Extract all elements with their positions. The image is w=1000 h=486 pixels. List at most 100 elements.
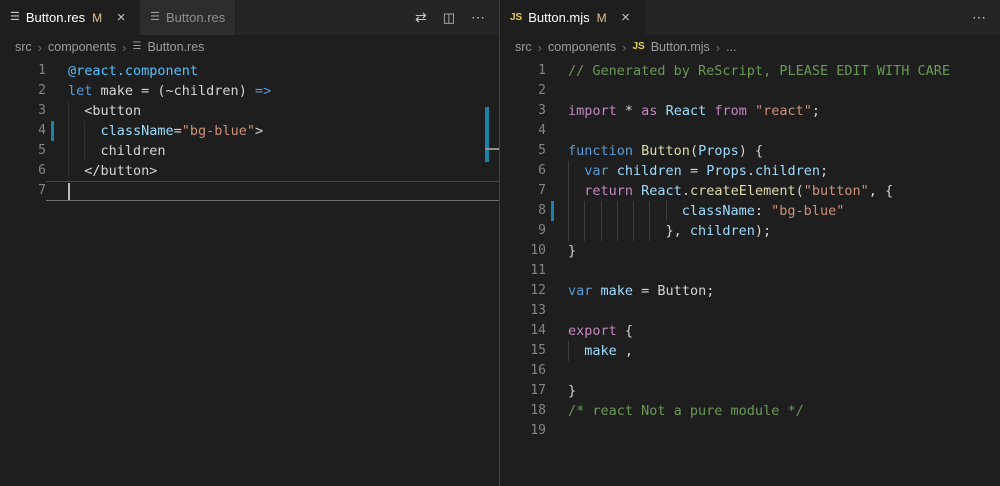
- line-number[interactable]: 10: [500, 241, 546, 261]
- line-number[interactable]: 5: [0, 141, 46, 161]
- chevron-right-icon: ›: [38, 40, 42, 55]
- indent-guide: [568, 221, 584, 241]
- code-line[interactable]: 19: [500, 421, 1000, 441]
- code-line[interactable]: 15make ,: [500, 341, 1000, 361]
- line-number[interactable]: 7: [0, 181, 46, 201]
- indent-guide: [666, 201, 682, 221]
- line-number[interactable]: 1: [500, 61, 546, 81]
- line-number[interactable]: 9: [500, 221, 546, 241]
- code-line[interactable]: 1@react.component: [0, 61, 499, 81]
- code-line[interactable]: 13: [500, 301, 1000, 321]
- more-actions-icon[interactable]: ⋯: [471, 9, 485, 26]
- indent-guide: [601, 221, 617, 241]
- close-icon[interactable]: ×: [618, 10, 634, 26]
- code-line-body: export {: [546, 321, 1000, 341]
- line-number[interactable]: 17: [500, 381, 546, 401]
- line-number[interactable]: 3: [0, 101, 46, 121]
- gutter-spacer: [550, 161, 560, 181]
- code-line[interactable]: 7return React.createElement("button", {: [500, 181, 1000, 201]
- code-line[interactable]: 2let make = (~children) =>: [0, 81, 499, 101]
- line-number[interactable]: 14: [500, 321, 546, 341]
- line-number[interactable]: 15: [500, 341, 546, 361]
- code-token: .: [682, 183, 690, 199]
- code-text: [560, 81, 568, 101]
- code-line[interactable]: 10}: [500, 241, 1000, 261]
- breadcrumb-item-components[interactable]: components: [548, 40, 616, 54]
- code-line[interactable]: 3 <button: [0, 101, 499, 121]
- breadcrumb-item-file[interactable]: Button.mjs: [651, 40, 710, 54]
- code-line[interactable]: 3import * as React from "react";: [500, 101, 1000, 121]
- gutter-spacer: [550, 301, 560, 321]
- code-line[interactable]: 5 children: [0, 141, 499, 161]
- code-token: React: [666, 103, 707, 119]
- code-editor-left[interactable]: 1@react.component2let make = (~children)…: [0, 59, 499, 486]
- code-line[interactable]: 8className: "bg-blue": [500, 201, 1000, 221]
- split-editor-icon[interactable]: ◫: [443, 10, 455, 26]
- code-token: children: [690, 223, 755, 239]
- code-token: ;: [812, 103, 820, 119]
- line-number[interactable]: 12: [500, 281, 546, 301]
- line-number[interactable]: 4: [0, 121, 46, 141]
- code-line[interactable]: 14export {: [500, 321, 1000, 341]
- line-number[interactable]: 13: [500, 301, 546, 321]
- code-line[interactable]: 4: [500, 121, 1000, 141]
- code-line[interactable]: 11: [500, 261, 1000, 281]
- line-number[interactable]: 2: [500, 81, 546, 101]
- line-number[interactable]: 19: [500, 421, 546, 441]
- breadcrumb-item-components[interactable]: components: [48, 40, 116, 54]
- code-line[interactable]: 7: [0, 181, 499, 201]
- code-line[interactable]: 1// Generated by ReScript, PLEASE EDIT W…: [500, 61, 1000, 81]
- gutter-spacer: [550, 121, 560, 141]
- code-line[interactable]: 18/* react Not a pure module */: [500, 401, 1000, 421]
- tab-button-res[interactable]: ☰ Button.res M ×: [0, 0, 140, 35]
- breadcrumb-item-src[interactable]: src: [515, 40, 532, 54]
- line-number[interactable]: 16: [500, 361, 546, 381]
- line-number[interactable]: 4: [500, 121, 546, 141]
- code-line-body: /* react Not a pure module */: [546, 401, 1000, 421]
- code-lines-right: 1// Generated by ReScript, PLEASE EDIT W…: [500, 61, 1000, 441]
- code-line[interactable]: 12var make = Button;: [500, 281, 1000, 301]
- code-line-body: }, children);: [546, 221, 1000, 241]
- line-number[interactable]: 6: [0, 161, 46, 181]
- more-actions-icon[interactable]: ⋯: [972, 9, 986, 26]
- breadcrumb-item-file[interactable]: Button.res: [147, 40, 204, 54]
- gutter-spacer: [50, 61, 60, 81]
- code-line[interactable]: 5function Button(Props) {: [500, 141, 1000, 161]
- tab-button-res-secondary[interactable]: ☰ Button.res: [140, 0, 236, 35]
- line-number[interactable]: 8: [500, 201, 546, 221]
- code-line-body: className="bg-blue">: [46, 121, 499, 141]
- code-line[interactable]: 6</button>: [0, 161, 499, 181]
- line-number[interactable]: 7: [500, 181, 546, 201]
- line-number[interactable]: 1: [0, 61, 46, 81]
- line-number[interactable]: 2: [0, 81, 46, 101]
- line-number[interactable]: 11: [500, 261, 546, 281]
- code-line[interactable]: 4className="bg-blue">: [0, 121, 499, 141]
- line-number[interactable]: 6: [500, 161, 546, 181]
- code-text: [60, 181, 70, 201]
- code-line[interactable]: 16: [500, 361, 1000, 381]
- line-number[interactable]: 5: [500, 141, 546, 161]
- code-token: children: [101, 143, 166, 159]
- breadcrumb-item-symbol[interactable]: ...: [726, 40, 736, 54]
- code-line[interactable]: 17}: [500, 381, 1000, 401]
- open-changes-icon[interactable]: ⇄: [415, 9, 427, 26]
- gutter-spacer: [550, 401, 560, 421]
- line-number[interactable]: 18: [500, 401, 546, 421]
- tab-button-mjs[interactable]: JS Button.mjs M ×: [500, 0, 645, 35]
- code-token: [657, 103, 665, 119]
- code-line[interactable]: 9}, children);: [500, 221, 1000, 241]
- code-token: <button: [84, 103, 141, 119]
- code-line[interactable]: 2: [500, 81, 1000, 101]
- code-token: let: [68, 83, 92, 99]
- code-editor-right[interactable]: 1// Generated by ReScript, PLEASE EDIT W…: [500, 59, 1000, 486]
- breadcrumb-item-src[interactable]: src: [15, 40, 32, 54]
- line-number[interactable]: 3: [500, 101, 546, 121]
- indent-guide: [633, 201, 649, 221]
- code-token: children: [755, 163, 820, 179]
- code-token: ,: [617, 343, 633, 359]
- overview-ruler-left[interactable]: [485, 59, 499, 486]
- code-line[interactable]: 6var children = Props.children;: [500, 161, 1000, 181]
- code-token: = Button;: [633, 283, 714, 299]
- close-icon[interactable]: ×: [113, 10, 129, 26]
- code-token: [609, 163, 617, 179]
